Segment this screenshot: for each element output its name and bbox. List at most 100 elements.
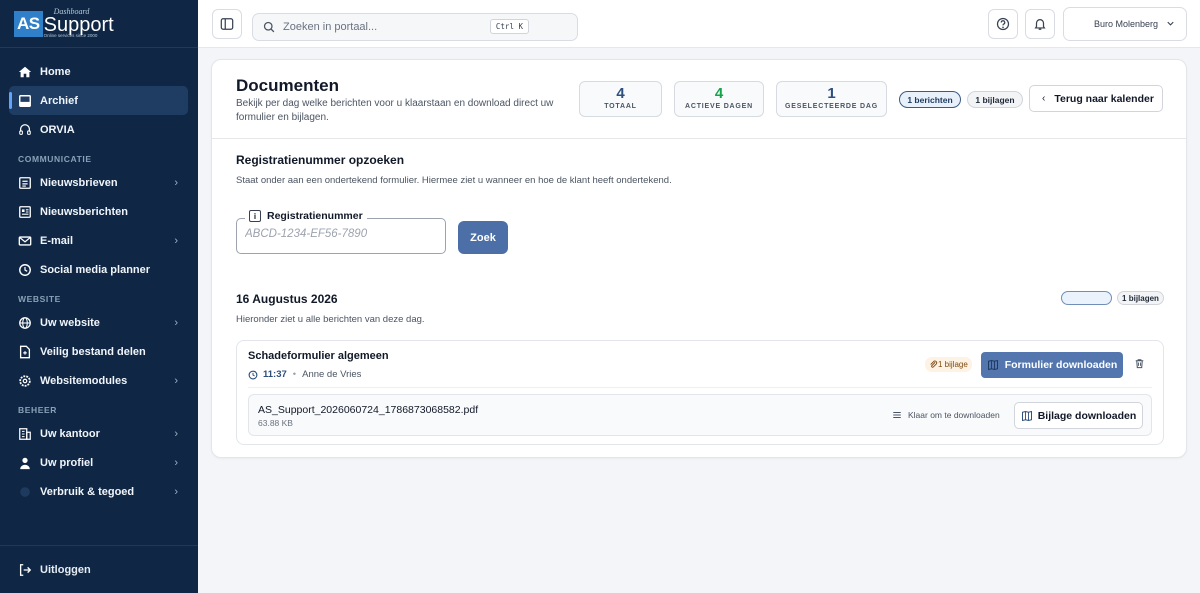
stat-label: GESELECTEERDE DAG <box>785 103 878 110</box>
registration-number-legend: i Registratienummer <box>245 210 367 222</box>
chevron-right-icon: › <box>174 176 178 189</box>
section-communicatie: COMMUNICATIE <box>18 154 92 164</box>
page-title: Documenten <box>236 76 339 95</box>
back-to-calendar-button[interactable]: ‹ Terug naar kalender <box>1029 85 1163 112</box>
chevron-right-icon: › <box>174 456 178 469</box>
toggle-sidebar-button[interactable] <box>212 9 242 39</box>
registration-number-label: Registratienummer <box>267 210 363 222</box>
attachment-row: AS_Support_2026060724_1786873068582.pdf … <box>248 394 1152 436</box>
home-icon <box>18 65 32 79</box>
message-meta: 11:37 • Anne de Vries <box>248 369 361 380</box>
registration-number-input[interactable] <box>245 228 435 240</box>
info-icon: i <box>249 210 261 222</box>
bell-icon <box>1034 19 1046 30</box>
sidebar-item-social-media-planner[interactable]: Social media planner <box>9 255 188 284</box>
download-form-label: Formulier downloaden <box>1004 359 1118 371</box>
lookup-title: Registratienummer opzoeken <box>236 153 405 167</box>
attachment-count-badge: 1 bijlage <box>925 357 972 372</box>
logout-icon <box>18 563 32 577</box>
sidebar-item-nieuwsbrieven[interactable]: Nieuwsbrieven › <box>9 168 188 197</box>
section-website: WEBSITE <box>18 294 61 304</box>
sidebar-item-verbruik-tegoed[interactable]: Verbruik & tegoed › <box>9 477 188 506</box>
sidebar-item-uw-website[interactable]: Uw website › <box>9 308 188 337</box>
sidebar: AS Dashboard Support Online services sin… <box>0 0 198 593</box>
message-time: 11:37 <box>263 369 287 380</box>
help-button[interactable] <box>988 9 1018 39</box>
logo[interactable]: AS Dashboard Support Online services sin… <box>0 0 198 48</box>
lookup-subtitle: Staat onder aan een ondertekend formulie… <box>236 175 672 186</box>
notifications-button[interactable] <box>1025 9 1055 39</box>
headset-icon <box>18 123 32 137</box>
chevron-right-icon: › <box>174 234 178 247</box>
stat-actieve-dagen: 4 ACTIEVE DAGEN <box>674 81 764 117</box>
sidebar-toggle-icon <box>220 18 234 30</box>
logo-badge: AS <box>14 10 43 37</box>
stat-value: 4 <box>616 85 625 102</box>
sidebar-item-uw-kantoor[interactable]: Uw kantoor › <box>9 419 188 448</box>
chevron-right-icon: › <box>174 427 178 440</box>
sidebar-item-label: Uw profiel <box>40 456 94 469</box>
list-icon <box>893 412 901 418</box>
sidebar-item-label: E-mail <box>40 234 74 247</box>
sidebar-item-home[interactable]: Home <box>9 57 188 86</box>
download-icon <box>987 359 998 371</box>
separator-dot: • <box>292 369 297 380</box>
logo-wordmark: Support <box>43 14 114 37</box>
stat-label: TOTAAL <box>604 103 637 110</box>
message-item: Schadeformulier algemeen 11:37 • Anne de… <box>236 340 1164 445</box>
paperclip-icon <box>930 360 938 368</box>
sidebar-item-label: Nieuwsbrieven <box>40 176 118 189</box>
chevron-right-icon: › <box>174 316 178 329</box>
download-form-button[interactable]: Formulier downloaden <box>981 352 1123 378</box>
stat-label: ACTIEVE DAGEN <box>685 103 753 110</box>
sidebar-item-email[interactable]: E-mail › <box>9 226 188 255</box>
file-status: Klaar om te downloaden <box>892 410 1000 420</box>
download-icon <box>1021 410 1032 421</box>
back-to-calendar-label: Terug naar kalender <box>1054 92 1154 105</box>
berichten-count-badge: 1 berichten <box>899 91 961 108</box>
file-share-icon <box>18 345 32 359</box>
download-attachment-label: Bijlage downloaden <box>1037 409 1137 422</box>
logo-tagline: Online services since 2000 <box>43 33 98 39</box>
bijlagen-count-badge: 1 bijlagen <box>967 91 1023 108</box>
logout-button[interactable]: Uitloggen <box>0 545 198 593</box>
sidebar-item-nieuwsberichten[interactable]: Nieuwsberichten <box>9 197 188 226</box>
search-input[interactable]: Zoeken in portaal... Ctrl K <box>252 13 578 41</box>
sidebar-item-uw-profiel[interactable]: Uw profiel › <box>9 448 188 477</box>
section-beheer: BEHEER <box>18 405 58 415</box>
stat-totaal: 4 TOTAAL <box>579 81 662 117</box>
zoek-button[interactable]: Zoek <box>458 221 508 254</box>
documents-card: Documenten Bekijk per dag welke berichte… <box>211 59 1187 458</box>
user-menu-button[interactable]: Buro Molenberg <box>1063 7 1187 41</box>
stat-value: 4 <box>714 85 724 102</box>
globe-icon <box>18 316 32 330</box>
day-subtitle: Hieronder ziet u alle berichten van deze… <box>236 314 425 325</box>
download-attachment-button[interactable]: Bijlage downloaden <box>1014 402 1143 429</box>
sidebar-item-label: Social media planner <box>40 263 151 276</box>
sidebar-item-orvia[interactable]: ORVIA <box>9 115 188 144</box>
clock-icon <box>18 263 32 277</box>
sidebar-item-websitemodules[interactable]: Websitemodules › <box>9 366 188 395</box>
sidebar-item-archief[interactable]: Archief <box>9 86 188 115</box>
chevron-right-icon: › <box>174 485 178 498</box>
sidebar-item-label: Archief <box>40 94 78 107</box>
file-status-label: Klaar om te downloaden <box>908 410 1000 420</box>
card-header: Documenten Bekijk per dag welke berichte… <box>212 60 1186 139</box>
newsletter-icon <box>18 176 32 190</box>
day-berichten-badge <box>1061 291 1112 305</box>
sidebar-item-label: Verbruik & tegoed <box>40 485 135 498</box>
logout-label: Uitloggen <box>40 563 91 576</box>
help-icon <box>996 17 1010 31</box>
mail-icon <box>18 234 32 248</box>
trash-icon[interactable] <box>1134 358 1145 369</box>
day-bijlagen-badge: 1 bijlagen <box>1117 291 1164 305</box>
registration-number-field: i Registratienummer <box>236 210 446 254</box>
usage-icon <box>18 485 32 499</box>
sidebar-item-label: Home <box>40 65 71 78</box>
chevron-down-icon <box>1167 21 1174 26</box>
sidebar-item-label: Nieuwsberichten <box>40 205 129 218</box>
sidebar-item-veilig-bestand-delen[interactable]: Veilig bestand delen <box>9 337 188 366</box>
search-icon <box>263 21 275 33</box>
chevron-left-icon: ‹ <box>1042 93 1046 104</box>
sidebar-item-label: Uw website <box>40 316 100 329</box>
